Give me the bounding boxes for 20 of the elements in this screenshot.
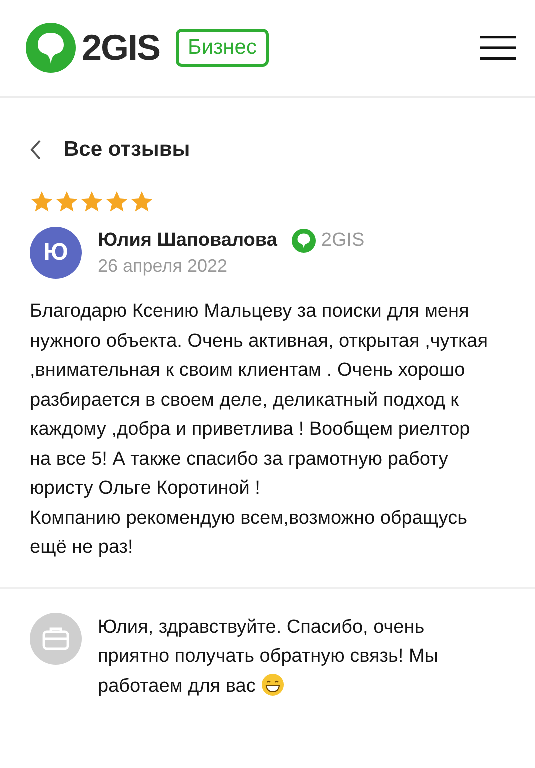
author-name: Юлия Шаповалова bbox=[98, 230, 278, 252]
menu-icon[interactable] bbox=[480, 36, 516, 60]
briefcase-avatar-icon bbox=[30, 612, 82, 664]
author-avatar: Ю bbox=[30, 227, 82, 279]
review-text: Благодарю Ксению Мальцеву за поиски для меня нужного объекта. Очень активная, открытая ,чуткая ,внимательная к своим клиентам . Очень хорошо разбирается в своем деле, деликатный подход к каждому ,добра и приветлива ! Вообщем риелтор на все 5! А также спасибо за грамотную работу юристу Ольге Коротиной ! Компанию рекомендую всем,возможно обращусь ещё не раз! bbox=[30, 300, 490, 560]
page-title: Все отзывы bbox=[64, 138, 190, 162]
business-badge[interactable]: Бизнес bbox=[176, 29, 269, 67]
star-icon bbox=[80, 190, 104, 214]
logo-icon bbox=[26, 23, 76, 73]
logo-text: 2GIS bbox=[82, 27, 160, 69]
star-icon bbox=[130, 190, 154, 214]
review-source: 2GIS bbox=[321, 230, 365, 252]
star-icon bbox=[30, 190, 54, 214]
reply-text: Юлия, здравствуйте. Спасибо, очень приятно получать обратную связь! Мы работаем для вас bbox=[98, 616, 440, 698]
star-icon bbox=[105, 190, 129, 214]
source-logo-icon bbox=[292, 229, 316, 253]
back-icon[interactable] bbox=[30, 139, 42, 161]
grinning-emoji-icon bbox=[261, 672, 286, 696]
star-icon bbox=[55, 190, 79, 214]
review-date: 26 апреля 2022 bbox=[98, 256, 228, 277]
